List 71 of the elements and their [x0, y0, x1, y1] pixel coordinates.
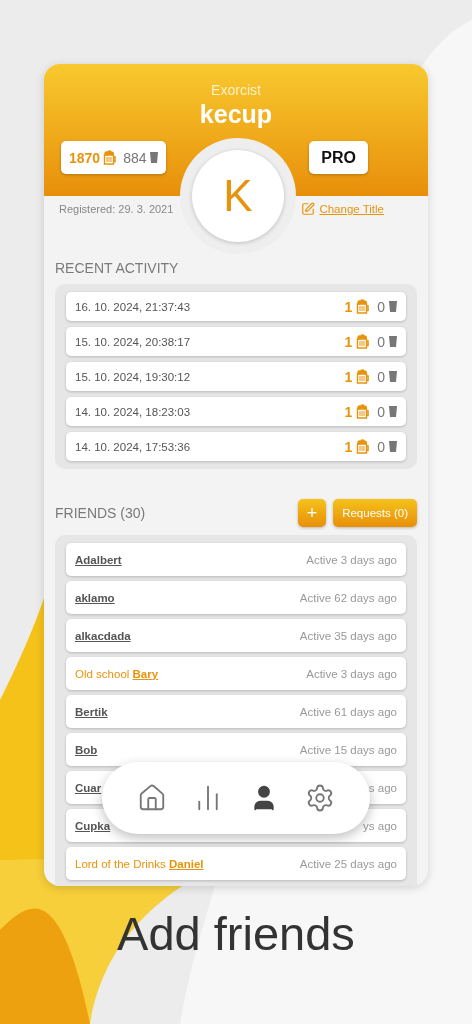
friend-name: alkacdada	[75, 629, 131, 642]
activity-time: 15. 10. 2024, 19:30:12	[75, 370, 191, 383]
friend-name: aklamo	[75, 591, 115, 604]
beer-count: 1	[344, 333, 353, 350]
last-active: Active 62 days ago	[299, 591, 397, 604]
beer-count: 1870	[69, 149, 101, 166]
username: kecup	[199, 100, 273, 129]
last-active: Active 15 days ago	[299, 743, 397, 756]
friend-row[interactable]: Old school Bary Active 3 days ago	[66, 657, 406, 690]
beer-count: 1	[344, 438, 353, 455]
shot-count: 0	[377, 333, 385, 350]
shot-count: 0	[377, 298, 385, 315]
friend-link[interactable]: Daniel	[168, 857, 204, 870]
friend-row[interactable]: Adalbert Active 3 days ago	[66, 543, 406, 576]
shot-glass-icon	[149, 152, 158, 163]
beer-mug-icon	[356, 299, 370, 314]
beer-mug-icon	[103, 150, 117, 165]
beer-mug-icon	[356, 404, 370, 419]
last-active: Active 3 days ago	[306, 667, 397, 680]
activity-time: 14. 10. 2024, 17:53:36	[75, 440, 191, 453]
activity-time: 16. 10. 2024, 21:37:43	[75, 300, 191, 313]
requests-button[interactable]: Requests (0)	[333, 499, 417, 527]
user-title: Exorcist	[211, 82, 261, 98]
last-active: ys ago	[363, 819, 397, 832]
shot-glass-icon	[389, 441, 397, 452]
friend-name: Bertik	[75, 705, 108, 718]
settings-icon	[305, 783, 335, 813]
last-active: s ago	[368, 781, 397, 794]
beer-mug-icon	[356, 439, 370, 454]
friend-row[interactable]: alkacdada Active 35 days ago	[66, 619, 406, 652]
shot-count: 0	[377, 368, 385, 385]
friend-row[interactable]: aklamo Active 62 days ago	[66, 581, 406, 614]
home-icon	[137, 783, 167, 813]
friend-row[interactable]: Bob Active 15 days ago	[66, 733, 406, 766]
last-active: Active 3 days ago	[306, 553, 397, 566]
change-title-link[interactable]: Change Title	[301, 202, 384, 216]
shot-count: 884	[123, 149, 147, 166]
last-active: Active 61 days ago	[299, 705, 397, 718]
activity-time: 15. 10. 2024, 20:38:17	[75, 335, 191, 348]
beer-mug-icon	[356, 369, 370, 384]
pro-badge: PRO	[309, 141, 368, 174]
beer-mug-icon	[356, 334, 370, 349]
beer-count: 1	[344, 368, 353, 385]
friend-name: Bob	[75, 743, 98, 756]
friend-name: Cupka	[75, 819, 111, 832]
friend-name: Lord of the Drinks Daniel	[75, 857, 204, 870]
activity-time: 14. 10. 2024, 18:23:03	[75, 405, 191, 418]
last-active: Active 25 days ago	[299, 857, 397, 870]
edit-icon	[301, 202, 316, 216]
shot-glass-icon	[389, 336, 397, 347]
friend-name: Old school Bary	[75, 667, 159, 680]
shot-glass-icon	[389, 371, 397, 382]
friend-name: Adalbert	[75, 553, 122, 566]
nav-tab[interactable]	[305, 783, 335, 813]
friend-name: Cuar	[75, 781, 102, 794]
friend-link[interactable]: Bary	[132, 667, 159, 680]
beer-count: 1	[344, 403, 353, 420]
shot-count: 0	[377, 403, 385, 420]
last-active: Active 35 days ago	[299, 629, 397, 642]
friend-row[interactable]: Bertik Active 61 days ago	[66, 695, 406, 728]
add-friend-button[interactable]: +	[297, 499, 327, 527]
friend-row[interactable]: Lord of the Drinks Daniel Active 25 days ago	[66, 847, 406, 880]
shot-glass-icon	[389, 406, 397, 417]
nav-tab[interactable]	[137, 783, 167, 813]
beer-count: 1	[344, 298, 353, 315]
avatar: K	[192, 150, 284, 242]
shot-count: 0	[377, 438, 385, 455]
shot-glass-icon	[389, 301, 397, 312]
section-heading: FRIENDS (30)	[55, 505, 146, 521]
section-heading: RECENT ACTIVITY	[55, 260, 179, 276]
registered-date: Registered: 29. 3. 2021	[59, 203, 174, 215]
